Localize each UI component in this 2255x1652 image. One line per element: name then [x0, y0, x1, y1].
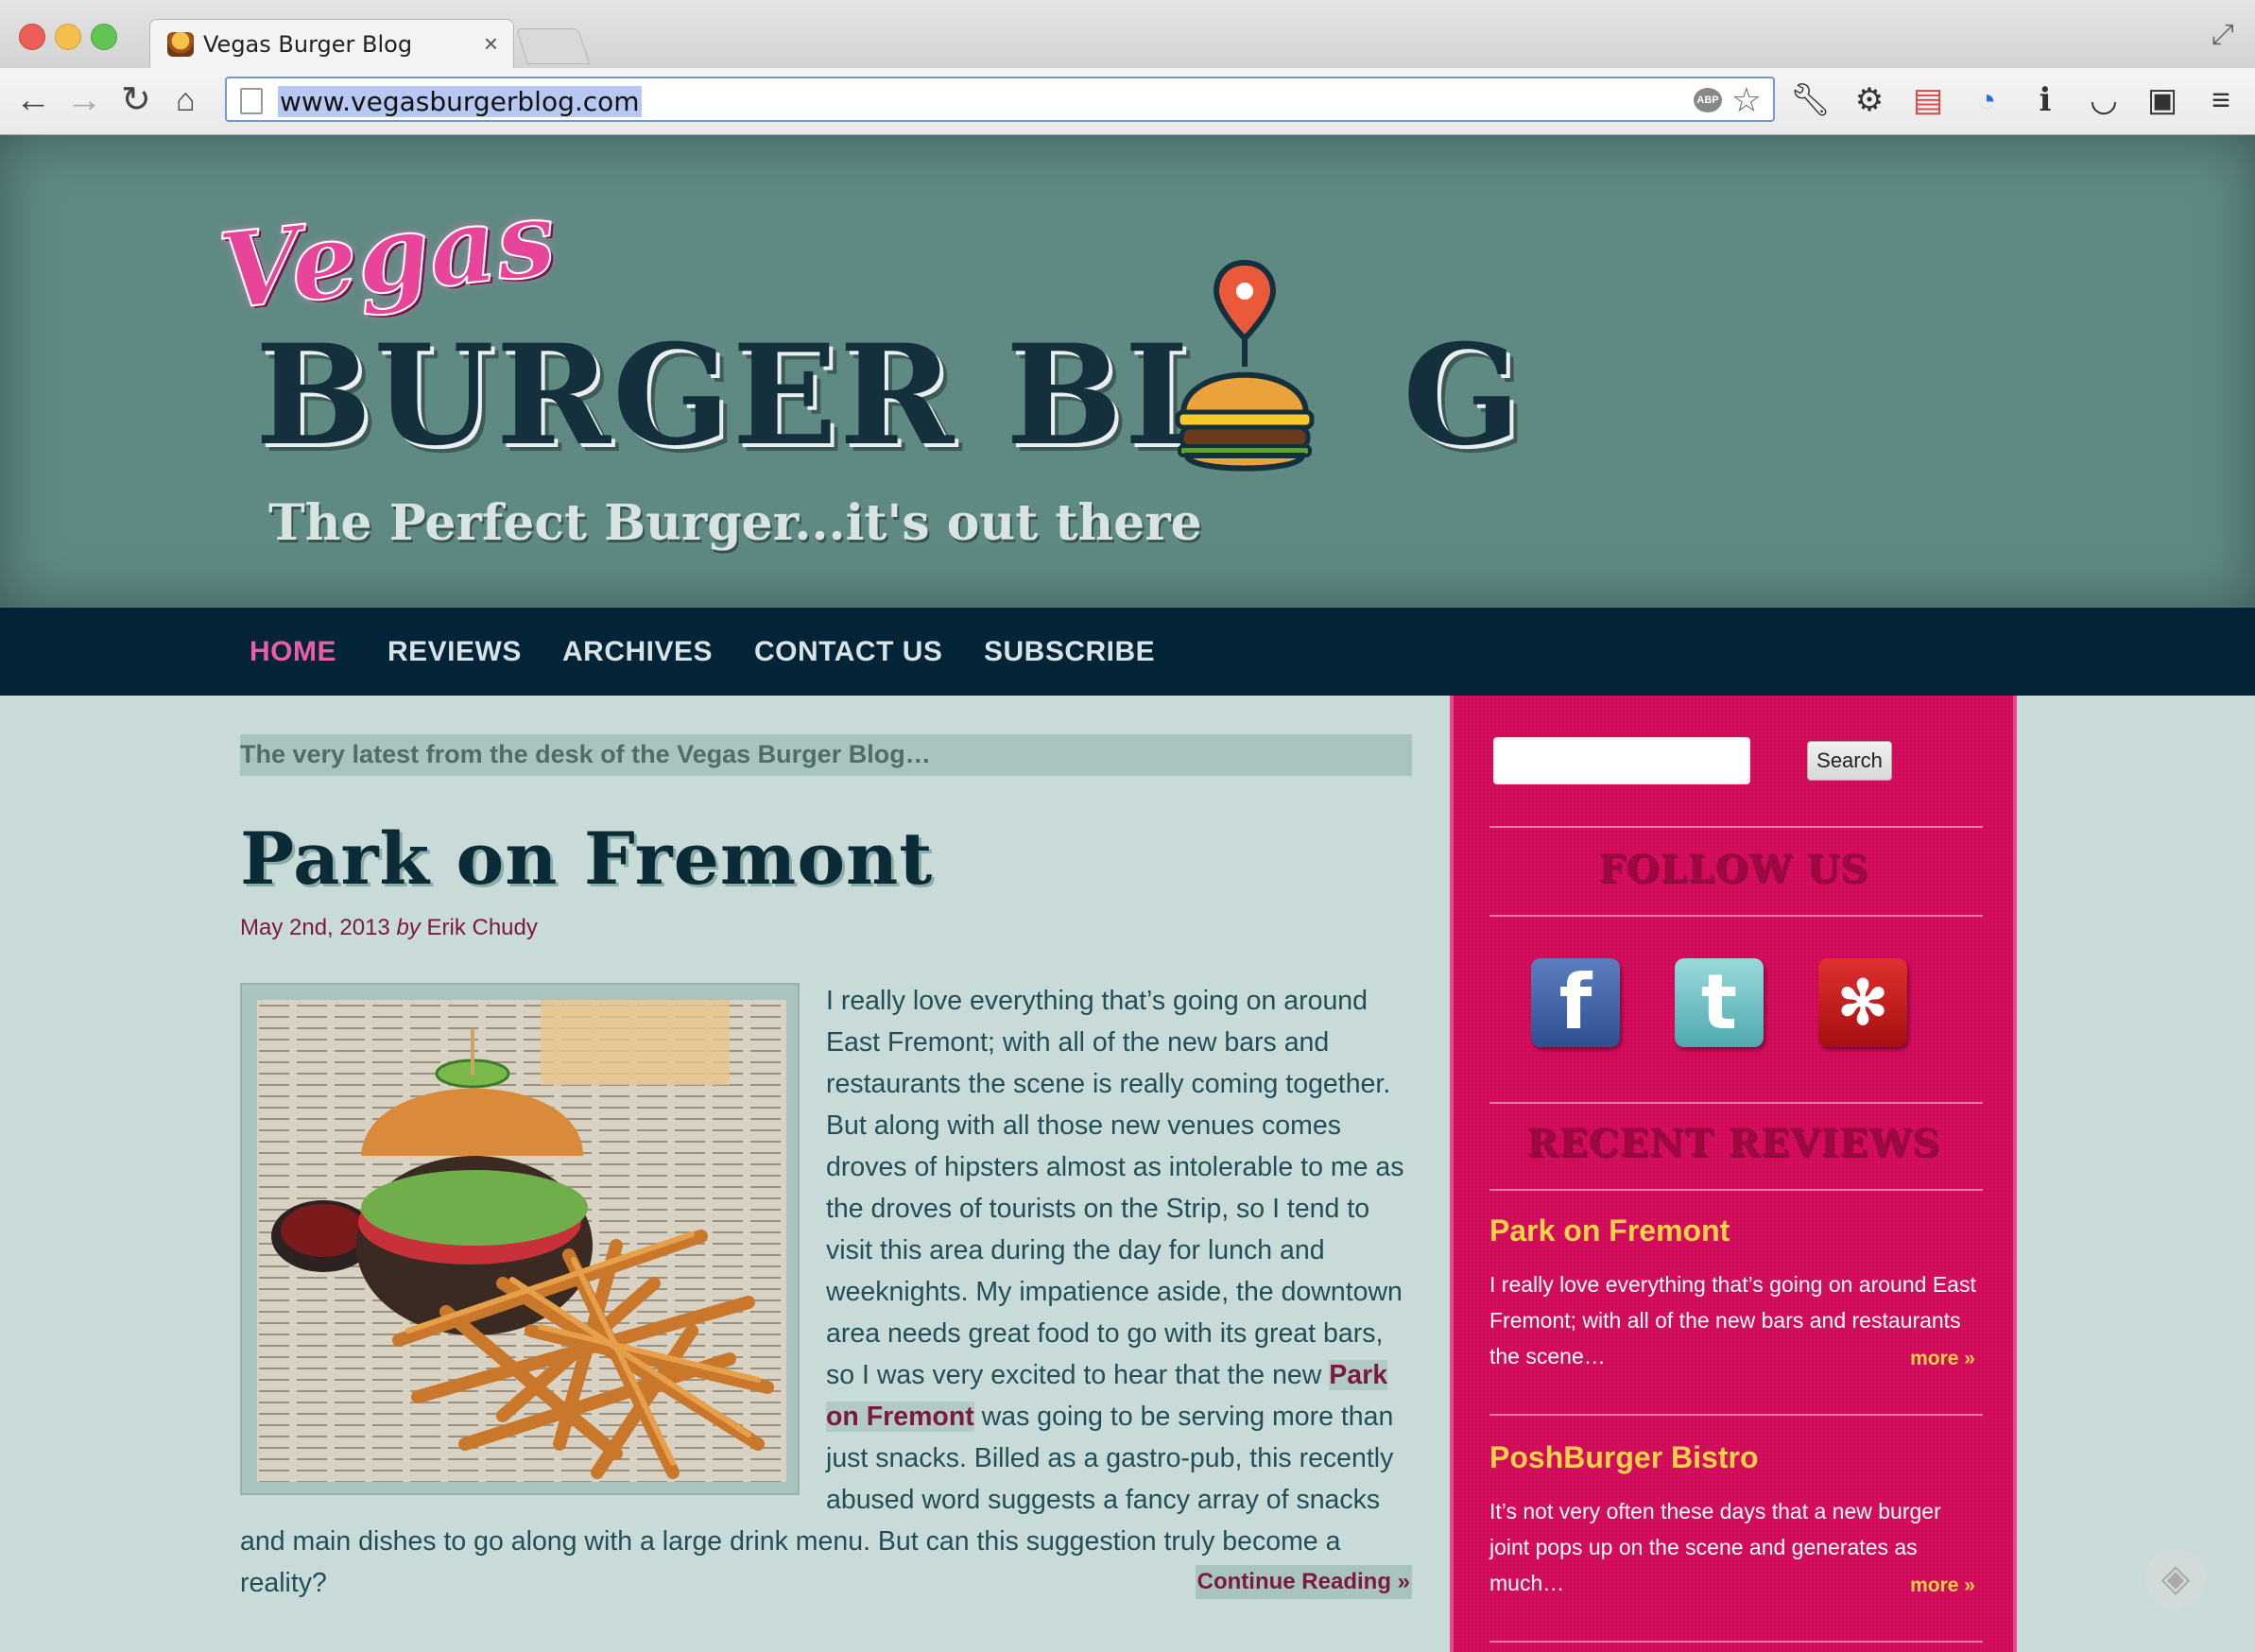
nav-subscribe[interactable]: SUBSCRIBE	[984, 636, 1155, 668]
zoom-window-button[interactable]	[91, 24, 117, 50]
sidebar-divider	[1489, 1102, 1983, 1104]
url-text[interactable]: www.vegasburgerblog.com	[278, 86, 642, 117]
evernote-icon[interactable]: ▣	[2143, 81, 2181, 119]
info-icon[interactable]: ℹ	[2026, 81, 2064, 119]
feedly-float-icon[interactable]: ◈	[2145, 1548, 2206, 1609]
page-icon	[240, 88, 263, 114]
main-content: The very latest from the desk of the Veg…	[240, 696, 1412, 1652]
review-excerpt: It’s not very often these days that a ne…	[1489, 1499, 1941, 1595]
latest-banner-text: The very latest from the desk of the Veg…	[240, 740, 931, 768]
tab-title: Vegas Burger Blog	[203, 31, 413, 58]
burger-favicon-icon	[167, 32, 194, 57]
nav-contact-us[interactable]: CONTACT US	[754, 636, 942, 668]
image-float-spacer	[240, 980, 826, 1498]
review-title[interactable]: Park on Fremont	[1489, 1213, 1730, 1248]
burger-pin-logo-icon	[1175, 259, 1315, 472]
nav-reviews[interactable]: REVIEWS	[387, 636, 522, 668]
logo-main-part: BURGER BL	[255, 315, 1224, 476]
browser-tabstrip: Vegas Burger Blog × ⤢	[0, 0, 2255, 69]
site-tagline: The Perfect Burger...it's out there	[268, 494, 1202, 552]
sidebar-divider	[1489, 1414, 1983, 1416]
reload-icon[interactable]: ↻	[121, 79, 151, 121]
post-excerpt: I really love everything that’s going on…	[240, 980, 1412, 1604]
review-more-link[interactable]: more »	[1910, 1348, 1975, 1370]
back-arrow-icon[interactable]: ←	[15, 79, 51, 121]
home-icon[interactable]: ⌂	[176, 79, 196, 121]
minimize-window-button[interactable]	[55, 24, 81, 50]
nav-home[interactable]: HOME	[250, 636, 336, 668]
star-icon[interactable]: ☆	[1731, 80, 1762, 120]
new-tab-button[interactable]	[515, 28, 591, 64]
nav-archives[interactable]: ARCHIVES	[562, 636, 713, 668]
post-author[interactable]: Erik Chudy	[426, 915, 537, 940]
gear-icon[interactable]: ⚙	[1850, 81, 1888, 119]
review-title[interactable]: PoshBurger Bistro	[1489, 1440, 1758, 1475]
browser-tab[interactable]: Vegas Burger Blog ×	[149, 19, 514, 69]
post-title[interactable]: Park on Fremont	[240, 817, 933, 901]
tab-close-icon[interactable]: ×	[484, 29, 498, 59]
logo-main-text[interactable]: BURGER BL G	[255, 315, 1523, 476]
yelp-icon[interactable]: ✻	[1818, 958, 1907, 1047]
main-nav: HOME REVIEWS ARCHIVES CONTACT US SUBSCRI…	[0, 608, 2255, 696]
browser-toolbar: ← → ↻ ⌂ www.vegasburgerblog.com ABP ☆ 🔧︎…	[0, 68, 2255, 135]
search-button[interactable]: Search	[1807, 741, 1892, 781]
wrench-icon[interactable]: 🔧︎	[1790, 81, 1831, 119]
recent-reviews-heading: RECENT REVIEWS	[1525, 1121, 1941, 1165]
sidebar-divider	[1489, 915, 1983, 917]
latest-banner: The very latest from the desk of the Veg…	[240, 734, 1412, 776]
post-date: May 2nd, 2013	[240, 915, 390, 940]
logo-last-letter: G	[1403, 315, 1523, 476]
address-bar[interactable]: www.vegasburgerblog.com ABP ☆	[225, 77, 1775, 122]
site-header: Vegas BURGER BL G The Perfect Burger...it…	[0, 135, 2255, 608]
post-body-part1: I really love everything that’s going on…	[826, 986, 1404, 1390]
twitter-icon[interactable]: t	[1675, 958, 1764, 1047]
post-meta: May 2nd, 2013 by Erik Chudy	[240, 915, 538, 941]
sidebar-divider	[1489, 1641, 1983, 1643]
fullscreen-icon[interactable]: ⤢	[2212, 19, 2234, 51]
phone-icon[interactable]: ◔	[1968, 81, 2005, 119]
pocket-icon[interactable]: ◡	[2085, 81, 2123, 119]
follow-us-heading: FOLLOW US	[1598, 847, 1868, 891]
close-window-button[interactable]	[19, 24, 45, 50]
forward-arrow-icon[interactable]: →	[66, 79, 102, 121]
calendar-icon[interactable]: ▤	[1909, 81, 1947, 119]
review-excerpt: I really love everything that’s going on…	[1489, 1272, 1976, 1368]
logo-script-text[interactable]: Vegas	[213, 176, 561, 334]
menu-icon[interactable]: ≡	[2202, 81, 2240, 119]
sidebar: Search FOLLOW US f t ✻ RECENT REVIEWS Pa…	[1450, 696, 2017, 1652]
continue-reading-link[interactable]: Continue Reading »	[1195, 1565, 1412, 1599]
post-by: by	[396, 915, 421, 940]
facebook-icon[interactable]: f	[1531, 958, 1620, 1047]
review-more-link[interactable]: more »	[1910, 1575, 1975, 1597]
sidebar-divider	[1489, 1189, 1983, 1191]
adblock-icon[interactable]: ABP	[1694, 88, 1722, 112]
search-input[interactable]	[1493, 737, 1750, 784]
sidebar-divider	[1489, 826, 1983, 828]
